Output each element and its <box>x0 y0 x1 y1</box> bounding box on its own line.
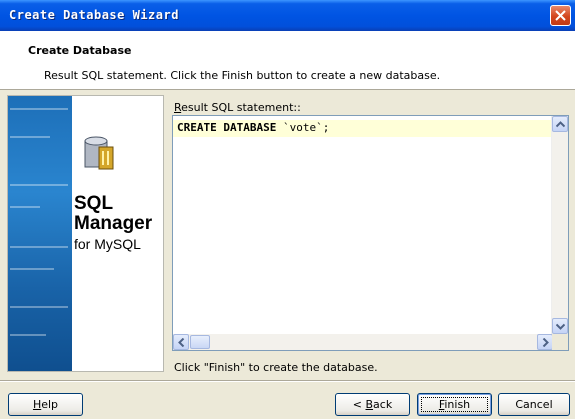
title-bar[interactable]: Create Database Wizard <box>0 0 575 31</box>
result-sql-label: Result SQL statement:: <box>174 101 301 114</box>
page-title: Create Database <box>28 44 132 57</box>
scrollbar-corner <box>552 334 568 350</box>
arrow-down-icon <box>556 323 565 330</box>
close-button[interactable] <box>550 5 571 26</box>
window-title: Create Database Wizard <box>9 8 179 22</box>
logo-text-sql: SQL <box>74 193 114 214</box>
scroll-left-button[interactable] <box>173 334 189 350</box>
help-button[interactable]: Help <box>8 393 83 416</box>
cancel-button[interactable]: Cancel <box>498 393 570 416</box>
arrow-right-icon <box>542 338 549 347</box>
logo-text-manager: Manager <box>74 213 153 234</box>
button-separator <box>0 380 575 382</box>
horizontal-scroll-thumb[interactable] <box>190 335 210 349</box>
logo-text-for-mysql: for MySQL <box>74 236 141 252</box>
scroll-right-button[interactable] <box>537 334 553 350</box>
product-banner: SQL Manager for MySQL <box>7 95 164 372</box>
wizard-window: Create Database Wizard Create Database R… <box>0 0 575 419</box>
sql-statement[interactable]: CREATE DATABASE `vote`; <box>177 121 329 134</box>
scroll-up-button[interactable] <box>552 116 568 132</box>
arrow-up-icon <box>556 121 565 128</box>
horizontal-scrollbar[interactable] <box>173 334 553 350</box>
database-icon <box>84 136 114 170</box>
scroll-down-button[interactable] <box>552 318 568 334</box>
finish-button[interactable]: Finish <box>417 393 492 416</box>
close-icon <box>555 10 566 21</box>
arrow-left-icon <box>178 338 185 347</box>
page-description: Result SQL statement. Click the Finish b… <box>44 69 441 82</box>
focus-rectangle <box>421 397 488 412</box>
back-button[interactable]: < Back <box>335 393 410 416</box>
vertical-scrollbar[interactable] <box>551 116 568 334</box>
wizard-header: Create Database Result SQL statement. Cl… <box>0 31 575 90</box>
sql-editor[interactable]: CREATE DATABASE `vote`; <box>172 115 569 351</box>
finish-hint: Click "Finish" to create the database. <box>174 361 378 374</box>
banner-graphic <box>8 96 72 371</box>
